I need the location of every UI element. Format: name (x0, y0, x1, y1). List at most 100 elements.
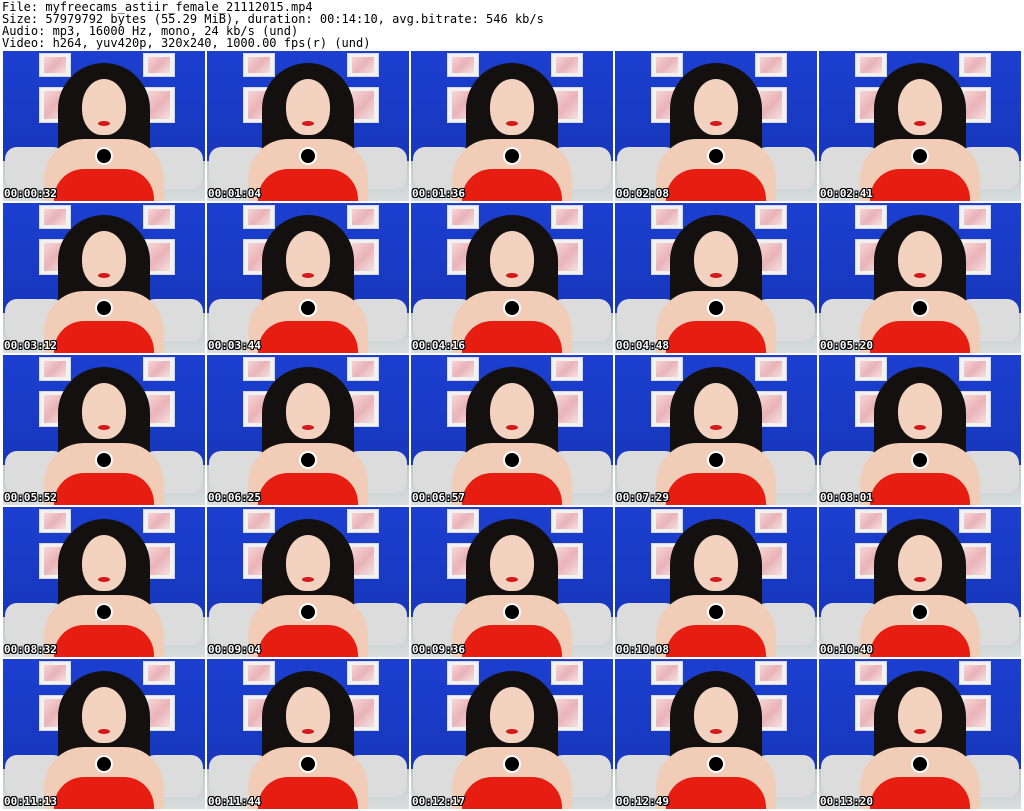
thumbnail-timestamp: 00:13:20 (820, 795, 873, 808)
video-thumbnail[interactable]: 00:12:17 (411, 659, 613, 809)
video-thumbnail[interactable]: 00:01:04 (207, 51, 409, 201)
flower-necklace (913, 605, 927, 619)
flower-necklace (505, 453, 519, 467)
video-thumbnail[interactable]: 00:09:36 (411, 507, 613, 657)
wall-picture (651, 509, 683, 533)
wall-picture (347, 661, 379, 685)
video-thumbnail[interactable]: 00:02:08 (615, 51, 817, 201)
thumbnail-timestamp: 00:04:48 (616, 339, 669, 352)
video-thumbnail[interactable]: 00:04:48 (615, 203, 817, 353)
thumbnail-timestamp: 00:06:25 (208, 491, 261, 504)
thumbnail-timestamp: 00:11:13 (4, 795, 57, 808)
video-thumbnail[interactable]: 00:10:40 (819, 507, 1021, 657)
red-top (870, 321, 970, 353)
red-top (258, 169, 358, 201)
flower-necklace (301, 453, 315, 467)
person-face (490, 687, 534, 743)
wall-picture (651, 53, 683, 77)
video-thumbnail[interactable]: 00:12:49 (615, 659, 817, 809)
red-top (870, 777, 970, 809)
flower-necklace (709, 757, 723, 771)
red-top (258, 777, 358, 809)
person-face (286, 231, 330, 287)
person-lips (914, 273, 926, 278)
red-top (54, 777, 154, 809)
thumbnail-timestamp: 00:05:20 (820, 339, 873, 352)
red-top (870, 625, 970, 657)
thumbnail-timestamp: 00:00:32 (4, 187, 57, 200)
thumbnail-timestamp: 00:02:41 (820, 187, 873, 200)
wall-picture (651, 661, 683, 685)
person-lips (302, 273, 314, 278)
video-thumbnail[interactable]: 00:04:16 (411, 203, 613, 353)
flower-necklace (301, 301, 315, 315)
thumbnail-timestamp: 00:12:17 (412, 795, 465, 808)
person-face (82, 231, 126, 287)
person-face (82, 79, 126, 135)
wall-picture (755, 661, 787, 685)
video-thumbnail[interactable]: 00:11:13 (3, 659, 205, 809)
video-thumbnail[interactable]: 00:05:20 (819, 203, 1021, 353)
wall-picture (347, 509, 379, 533)
flower-necklace (505, 757, 519, 771)
person-lips (710, 425, 722, 430)
video-thumbnail[interactable]: 00:01:36 (411, 51, 613, 201)
red-top (666, 321, 766, 353)
person-lips (914, 425, 926, 430)
person-lips (506, 729, 518, 734)
video-thumbnail[interactable]: 00:08:01 (819, 355, 1021, 505)
video-thumbnail[interactable]: 00:08:32 (3, 507, 205, 657)
wall-picture (855, 357, 887, 381)
wall-picture (347, 53, 379, 77)
flower-necklace (709, 605, 723, 619)
person-lips (914, 121, 926, 126)
person-face (898, 383, 942, 439)
red-top (462, 625, 562, 657)
person-face (898, 79, 942, 135)
video-thumbnail[interactable]: 00:02:41 (819, 51, 1021, 201)
flower-necklace (97, 605, 111, 619)
video-thumbnail[interactable]: 00:09:04 (207, 507, 409, 657)
person-lips (506, 273, 518, 278)
video-thumbnail[interactable]: 00:10:08 (615, 507, 817, 657)
person-lips (98, 425, 110, 430)
red-top (666, 473, 766, 505)
video-thumbnail[interactable]: 00:07:29 (615, 355, 817, 505)
flower-necklace (913, 453, 927, 467)
wall-picture (143, 357, 175, 381)
red-top (258, 473, 358, 505)
flower-necklace (709, 453, 723, 467)
person-face (286, 383, 330, 439)
flower-necklace (913, 301, 927, 315)
wall-picture (347, 357, 379, 381)
person-face (82, 535, 126, 591)
wall-picture (755, 205, 787, 229)
video-thumbnail[interactable]: 00:06:57 (411, 355, 613, 505)
wall-picture (755, 357, 787, 381)
video-thumbnail[interactable]: 00:03:12 (3, 203, 205, 353)
wall-picture (447, 661, 479, 685)
video-thumbnail[interactable]: 00:00:32 (3, 51, 205, 201)
video-thumbnail[interactable]: 00:13:20 (819, 659, 1021, 809)
person-lips (302, 729, 314, 734)
wall-picture (143, 205, 175, 229)
person-face (490, 383, 534, 439)
person-lips (302, 121, 314, 126)
flower-necklace (913, 149, 927, 163)
red-top (462, 169, 562, 201)
video-thumbnail[interactable]: 00:11:44 (207, 659, 409, 809)
wall-picture (143, 509, 175, 533)
thumbnail-timestamp: 00:10:40 (820, 643, 873, 656)
flower-necklace (505, 605, 519, 619)
wall-picture (855, 53, 887, 77)
person-lips (302, 577, 314, 582)
red-top (666, 169, 766, 201)
thumbnail-timestamp: 00:08:01 (820, 491, 873, 504)
wall-picture (651, 357, 683, 381)
person-face (694, 535, 738, 591)
flower-necklace (97, 301, 111, 315)
video-thumbnail[interactable]: 00:05:52 (3, 355, 205, 505)
thumbnail-grid: 00:00:32 00:01:04 00:01:36 00:02:08 00:02:41… (3, 51, 1021, 811)
video-thumbnail[interactable]: 00:06:25 (207, 355, 409, 505)
video-thumbnail[interactable]: 00:03:44 (207, 203, 409, 353)
